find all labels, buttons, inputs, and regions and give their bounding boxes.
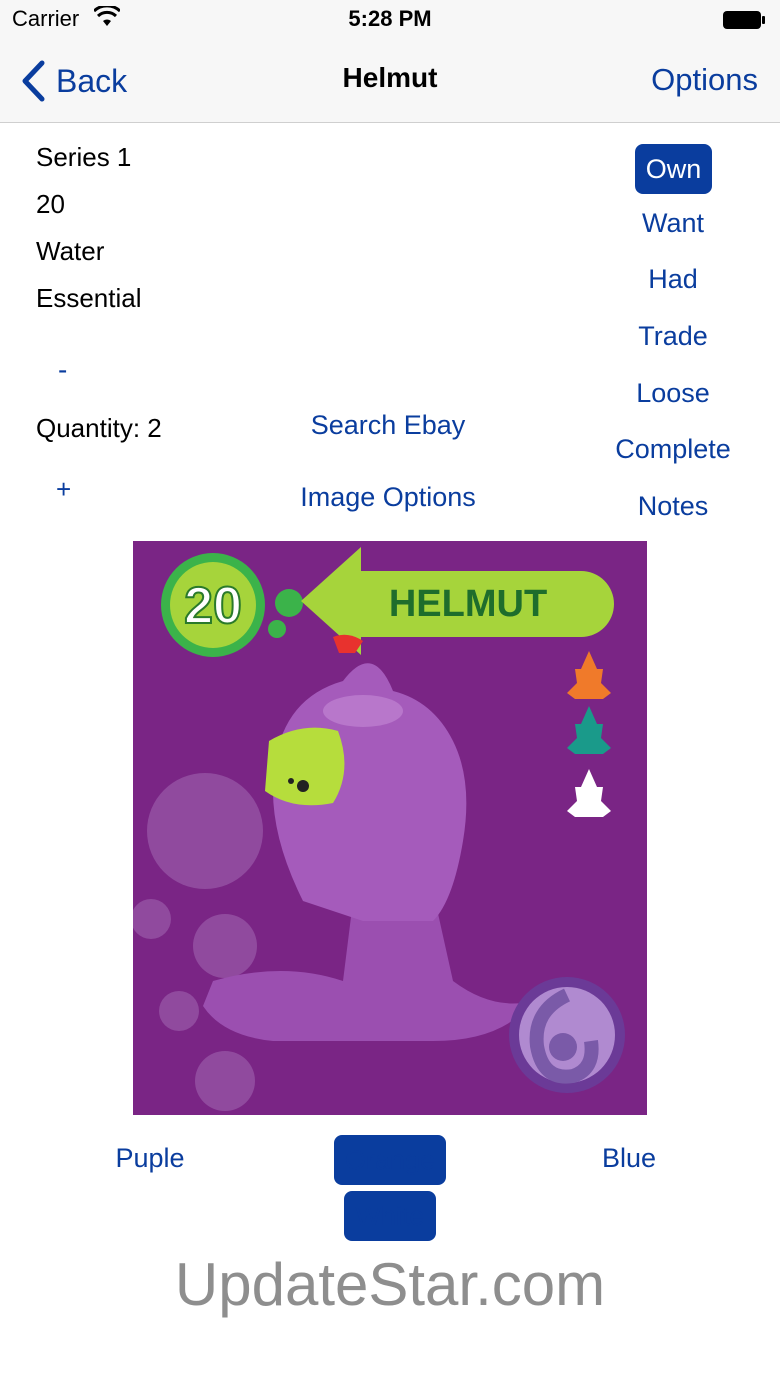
element-label: Water bbox=[36, 236, 105, 266]
clock: 5:28 PM bbox=[348, 6, 432, 31]
variant-white-button[interactable]: White bbox=[344, 1191, 436, 1241]
battery-icon bbox=[723, 11, 765, 29]
variant-puple-button[interactable]: Puple bbox=[90, 1143, 210, 1174]
series-label: Series 1 bbox=[36, 142, 132, 172]
had-button[interactable]: Had bbox=[600, 264, 746, 295]
own-label: Own bbox=[635, 144, 712, 194]
want-button[interactable]: Want bbox=[600, 208, 746, 239]
complete-button[interactable]: Complete bbox=[600, 434, 746, 465]
decrement-button[interactable]: - bbox=[58, 354, 67, 386]
number-label: 20 bbox=[36, 189, 65, 219]
quantity-label: Quantity: 2 bbox=[36, 413, 162, 443]
own-button[interactable]: Own bbox=[635, 144, 712, 194]
rarity-label: Essential bbox=[36, 283, 142, 313]
variant-blue-button[interactable]: Blue bbox=[570, 1143, 688, 1174]
variant-orange-button[interactable]: Orange bbox=[334, 1135, 446, 1185]
notes-button[interactable]: Notes bbox=[600, 491, 746, 522]
figure-photo: 20 HELMUT bbox=[133, 541, 647, 1115]
options-button[interactable]: Options bbox=[651, 62, 758, 98]
increment-button[interactable]: + bbox=[56, 474, 71, 505]
photo-name-banner: HELMUT bbox=[389, 583, 547, 625]
photo-badge-number: 20 bbox=[184, 577, 242, 635]
search-ebay-button[interactable]: Search Ebay bbox=[268, 410, 508, 441]
watermark: UpdateStar.com bbox=[174, 1251, 606, 1318]
trade-button[interactable]: Trade bbox=[600, 321, 746, 352]
image-options-button[interactable]: Image Options bbox=[268, 482, 508, 513]
loose-button[interactable]: Loose bbox=[600, 378, 746, 409]
